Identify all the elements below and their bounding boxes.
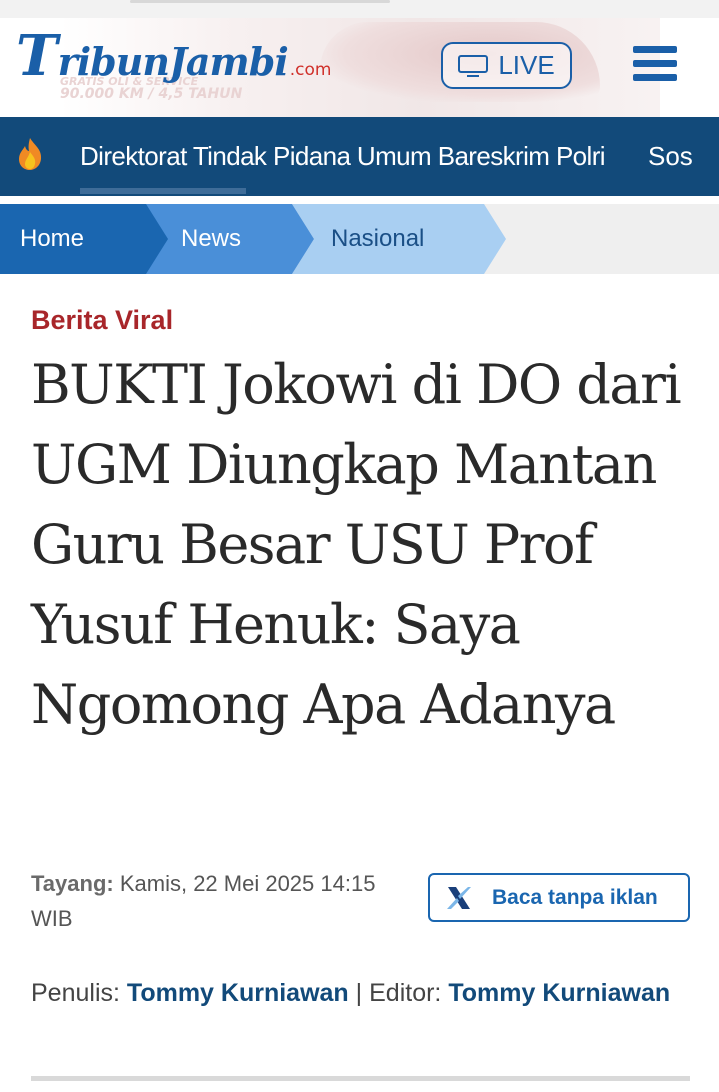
ticker-item[interactable]: Sos <box>648 141 693 172</box>
divider <box>31 1076 690 1081</box>
editor-label: Editor: <box>369 979 442 1007</box>
breadcrumb-home[interactable]: Home <box>0 204 168 274</box>
x-logo-icon <box>447 886 471 909</box>
tv-icon <box>458 54 489 77</box>
ad-free-label: Baca tanpa iklan <box>492 885 658 909</box>
site-header: GRATIS OLI & SERVICE 90.000 KM / 4,5 TAH… <box>0 18 719 117</box>
breadcrumb: Nasional News Home <box>0 196 719 274</box>
article-category[interactable]: Berita Viral <box>31 305 173 336</box>
ad-line-2: 90.000 KM / 4,5 TAHUN <box>60 86 243 102</box>
author-info: Penulis: Tommy Kurniawan | Editor: Tommy… <box>31 975 691 1011</box>
published-label: Tayang: <box>31 871 114 896</box>
logo-text: ribunJambi <box>57 39 289 84</box>
status-bar-indicator <box>130 0 390 3</box>
article-title: BUKTI Jokowi di DO dari UGM Diungkap Man… <box>31 353 682 736</box>
logo-suffix: .com <box>289 60 332 80</box>
ad-free-button[interactable]: Baca tanpa iklan <box>428 873 690 922</box>
fire-icon <box>19 138 42 170</box>
trending-ticker: Direktorat Tindak Pidana Umum Bareskrim … <box>0 117 719 196</box>
logo-initial: T <box>16 23 58 89</box>
ticker-scroll-indicator <box>80 188 246 194</box>
author-separator: | <box>355 979 363 1007</box>
hamburger-menu-icon[interactable] <box>633 46 677 86</box>
editor-name[interactable]: Tommy Kurniawan <box>448 979 670 1007</box>
breadcrumb-nasional[interactable]: Nasional <box>292 204 506 274</box>
writer-label: Penulis: <box>31 979 120 1007</box>
site-logo[interactable]: T ribunJambi .com <box>16 26 332 86</box>
publish-info: Tayang: Kamis, 22 Mei 2025 14:15 WIB <box>31 866 421 936</box>
writer-name[interactable]: Tommy Kurniawan <box>127 979 349 1007</box>
live-button[interactable]: LIVE <box>441 42 572 89</box>
browser-top-strip <box>0 0 719 19</box>
live-label: LIVE <box>498 50 555 80</box>
ticker-item[interactable]: Direktorat Tindak Pidana Umum Bareskrim … <box>80 141 606 172</box>
